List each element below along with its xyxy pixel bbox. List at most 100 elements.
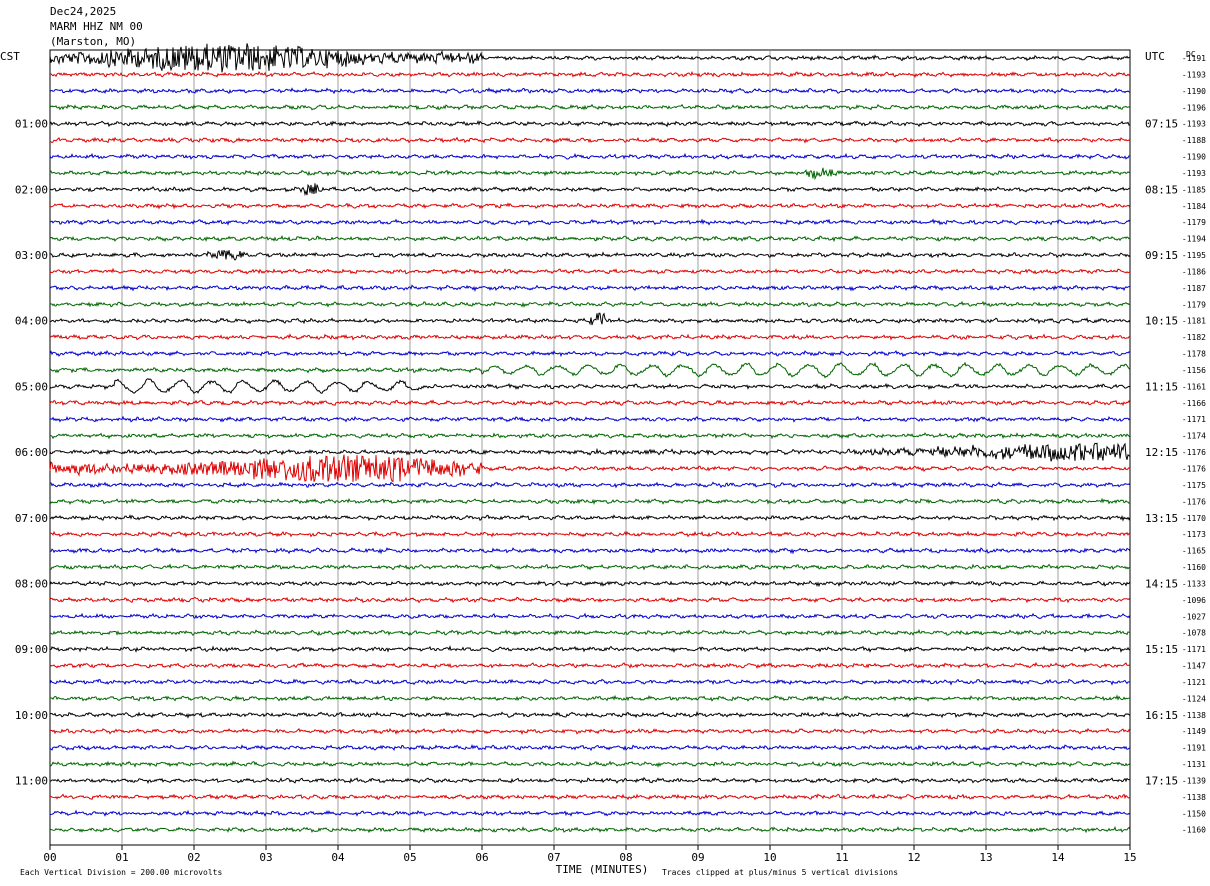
seismic-trace xyxy=(49,826,1131,834)
seismic-trace xyxy=(49,218,1131,226)
dc-offset-label: -1176 xyxy=(1182,497,1206,506)
seismic-trace xyxy=(49,727,1131,736)
dc-offset-label: -1131 xyxy=(1182,760,1206,769)
seismic-trace xyxy=(49,612,1131,620)
dc-offset-label: -1149 xyxy=(1182,727,1206,736)
dc-offset-label: -1179 xyxy=(1182,218,1206,227)
dc-offset-label: -1193 xyxy=(1182,169,1206,178)
x-tick-label: 09 xyxy=(691,851,704,864)
seismic-trace xyxy=(49,454,1131,483)
seismic-trace xyxy=(49,415,1131,423)
dc-offset-label: -1138 xyxy=(1182,711,1206,720)
utc-hour-label: 07:15 xyxy=(1145,118,1178,131)
dc-offset-label: -1181 xyxy=(1182,317,1206,326)
clip-note: Traces clipped at plus/minus 5 vertical … xyxy=(662,868,898,877)
utc-hour-label: 14:15 xyxy=(1145,577,1178,590)
dc-offset-label: -1186 xyxy=(1182,267,1206,276)
seismic-trace xyxy=(49,300,1131,308)
seismic-trace xyxy=(49,167,1131,181)
cst-label: CST xyxy=(0,50,20,63)
x-tick-label: 04 xyxy=(331,851,345,864)
utc-hour-label: 11:15 xyxy=(1145,380,1178,393)
dc-offset-label: -1139 xyxy=(1182,776,1206,785)
x-tick-label: 02 xyxy=(187,851,200,864)
utc-hour-label: 15:15 xyxy=(1145,643,1178,656)
seismic-trace xyxy=(49,710,1131,719)
utc-hour-label: 16:15 xyxy=(1145,709,1178,722)
dc-offset-label: -1190 xyxy=(1182,153,1206,162)
utc-hour-label: 10:15 xyxy=(1145,315,1178,328)
cst-hour-label: 01:00 xyxy=(15,118,48,131)
dc-offset-label: -1173 xyxy=(1182,530,1206,539)
dc-offset-label: -1196 xyxy=(1182,103,1206,112)
x-tick-label: 03 xyxy=(259,851,272,864)
dc-offset-label: -1182 xyxy=(1182,333,1206,342)
x-tick-label: 10 xyxy=(763,851,776,864)
cst-hour-label: 06:00 xyxy=(15,446,48,459)
dc-offset-label: -1161 xyxy=(1182,382,1206,391)
scale-note: Each Vertical Division = 200.00 microvol… xyxy=(20,868,222,877)
seismic-trace xyxy=(49,678,1131,686)
utc-hour-label: 12:15 xyxy=(1145,446,1178,459)
grid-lines xyxy=(49,49,1131,846)
dc-header-label: DC xyxy=(1186,50,1196,59)
seismic-trace xyxy=(49,350,1131,358)
seismic-trace xyxy=(49,694,1131,702)
x-tick-label: 06 xyxy=(475,851,488,864)
seismic-trace xyxy=(49,183,1131,197)
seismic-trace xyxy=(49,596,1131,604)
dc-offset-label: -1188 xyxy=(1182,136,1206,145)
dc-offset-label: -1194 xyxy=(1182,235,1206,244)
cst-hour-label: 07:00 xyxy=(15,512,48,525)
seismic-trace xyxy=(49,760,1131,768)
seismic-trace xyxy=(49,628,1131,637)
seismic-trace xyxy=(49,580,1131,588)
seismic-trace xyxy=(49,530,1131,538)
x-tick-label: 05 xyxy=(403,851,416,864)
dc-offset-label: -1160 xyxy=(1182,563,1206,572)
dc-offset-label: -1187 xyxy=(1182,284,1206,293)
dc-offset-label: -1171 xyxy=(1182,645,1206,654)
helicorder-plot: -1191 -1193 -1190 -1196 -1193 -1188 -1190 -1193… xyxy=(0,43,1206,877)
seismic-trace xyxy=(49,497,1131,506)
seismic-trace xyxy=(49,399,1131,407)
dc-offset-label: -1176 xyxy=(1182,448,1206,457)
x-tick-label: 15 xyxy=(1123,851,1136,864)
dc-offset-label: -1138 xyxy=(1182,793,1206,802)
seismic-trace xyxy=(49,547,1131,555)
x-tick-label: 00 xyxy=(43,851,56,864)
seismic-trace xyxy=(49,234,1131,243)
cst-hour-label: 08:00 xyxy=(15,577,48,590)
x-tick-label: 11 xyxy=(835,851,848,864)
x-tick-label: 14 xyxy=(1051,851,1065,864)
seismic-trace xyxy=(49,793,1131,801)
seismic-trace xyxy=(49,442,1131,462)
cst-hour-label: 04:00 xyxy=(15,315,48,328)
dc-offset-label: -1170 xyxy=(1182,514,1206,523)
x-axis-title: TIME (MINUTES) xyxy=(556,863,649,876)
cst-hour-label: 03:00 xyxy=(15,249,48,262)
dc-offset-label: -1191 xyxy=(1182,744,1206,753)
seismic-trace xyxy=(49,378,1131,395)
seismic-trace xyxy=(49,361,1131,379)
dc-offset-label: -1124 xyxy=(1182,694,1206,703)
dc-offset-label: -1150 xyxy=(1182,809,1206,818)
dc-offset-label: -1133 xyxy=(1182,579,1206,588)
dc-offset-label: -1096 xyxy=(1182,596,1206,605)
cst-hour-label: 02:00 xyxy=(15,183,48,196)
seismic-traces xyxy=(49,43,1131,834)
dc-offset-label: -1156 xyxy=(1182,366,1206,375)
dc-offset-label: -1175 xyxy=(1182,481,1206,490)
utc-hour-label: 17:15 xyxy=(1145,774,1178,787)
cst-hour-label: 09:00 xyxy=(15,643,48,656)
seismic-trace xyxy=(49,514,1131,522)
seismic-trace xyxy=(49,333,1131,341)
seismic-trace xyxy=(49,119,1130,128)
dc-offset-label: -1184 xyxy=(1182,202,1206,211)
dc-offset-label: -1193 xyxy=(1182,70,1206,79)
seismic-trace xyxy=(49,136,1131,144)
dc-offset-label: -1190 xyxy=(1182,87,1206,96)
utc-hour-label: 13:15 xyxy=(1145,512,1178,525)
cst-hour-label: 05:00 xyxy=(15,380,48,393)
record-date: Dec24,2025 xyxy=(50,5,117,18)
